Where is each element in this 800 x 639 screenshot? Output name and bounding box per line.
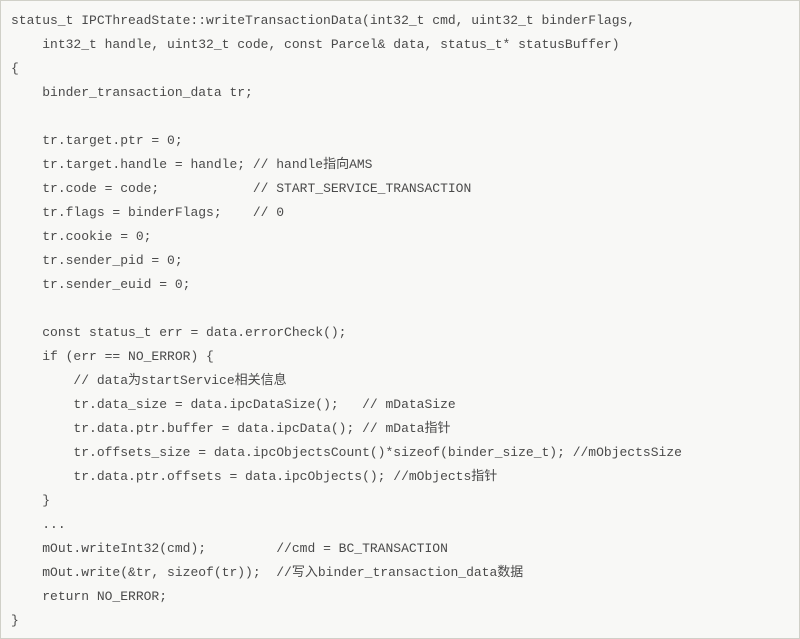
code-block: status_t IPCThreadState::writeTransactio…	[11, 9, 789, 633]
